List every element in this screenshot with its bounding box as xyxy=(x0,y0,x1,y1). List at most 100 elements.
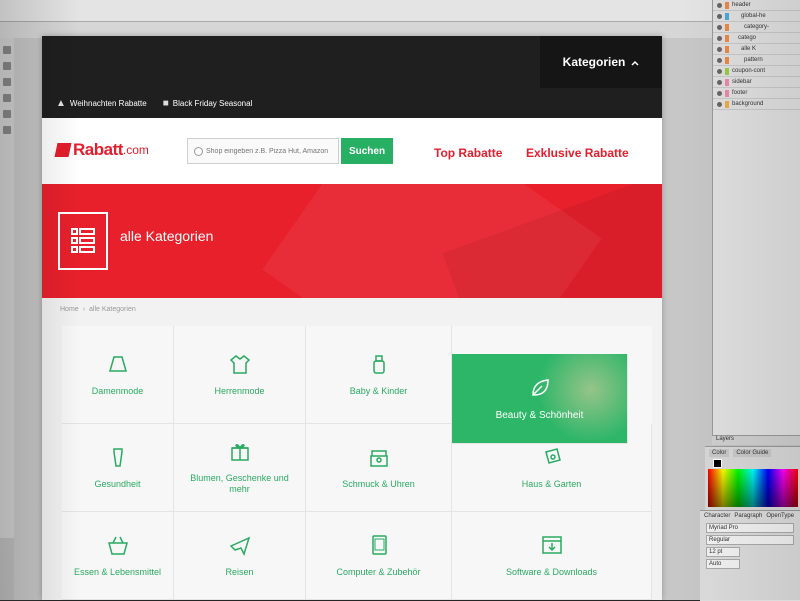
layer-color-swatch xyxy=(725,67,729,75)
lasso-tool-icon[interactable] xyxy=(3,78,11,86)
gift-icon xyxy=(229,440,251,467)
category-tile[interactable]: Schmuck & Uhren xyxy=(306,424,452,512)
eye-icon[interactable] xyxy=(717,101,722,107)
promo-link-black-friday[interactable]: ■ Black Friday Seasonal xyxy=(163,98,253,109)
layer-row[interactable]: category- xyxy=(713,22,800,33)
layer-color-swatch xyxy=(725,78,729,86)
promo-link-label: Black Friday Seasonal xyxy=(172,99,253,108)
search-button[interactable]: Suchen xyxy=(341,138,393,164)
brush-tool-icon[interactable] xyxy=(3,110,11,118)
layer-color-swatch xyxy=(725,12,729,20)
tab-color[interactable]: Color xyxy=(709,449,730,457)
font-size-field[interactable]: 12 pt xyxy=(706,547,740,557)
layer-row[interactable]: coupon-cont xyxy=(713,66,800,77)
tab-color-guide[interactable]: Color Guide xyxy=(733,449,772,457)
crop-tool-icon[interactable] xyxy=(3,94,11,102)
color-spectrum[interactable] xyxy=(708,469,798,507)
layer-color-swatch xyxy=(725,100,729,108)
category-tile[interactable]: Reisen xyxy=(174,512,306,600)
layer-name: catego xyxy=(738,35,757,41)
seed-packet-icon xyxy=(541,446,563,473)
layer-row[interactable]: background xyxy=(713,99,800,110)
layer-name: category- xyxy=(744,24,770,30)
ring-box-icon xyxy=(368,446,390,473)
layer-color-swatch xyxy=(725,45,729,53)
nav-top-rabatte[interactable]: Top Rabatte xyxy=(434,146,502,160)
layer-row[interactable]: catego xyxy=(713,33,800,44)
category-label: Schmuck & Uhren xyxy=(342,478,415,489)
promo-link-weihnachten[interactable]: ▲ Weihnachten Rabatte xyxy=(56,98,147,109)
category-label: Computer & Zubehör xyxy=(336,566,421,577)
category-tile[interactable]: Haus & Garten xyxy=(452,424,652,512)
type-tool-icon[interactable] xyxy=(3,126,11,134)
category-tile[interactable]: Herrenmode xyxy=(174,326,306,424)
eye-icon[interactable] xyxy=(717,35,722,41)
category-label: Baby & Kinder xyxy=(349,385,408,396)
category-label: Software & Downloads xyxy=(505,566,598,577)
site-header: Rabatt .com Suchen Top Rabatte Exklusive… xyxy=(42,118,662,184)
category-tile[interactable]: Damenmode xyxy=(62,326,174,424)
site-logo[interactable]: Rabatt .com xyxy=(54,140,149,160)
eye-icon[interactable] xyxy=(717,90,722,96)
tab-character[interactable]: Character xyxy=(704,513,730,519)
category-tile[interactable]: Baby & Kinder xyxy=(306,326,452,424)
font-family-select[interactable]: Myriad Pro xyxy=(706,523,794,533)
category-label: Beauty & Schönheit xyxy=(495,409,584,421)
basket-icon xyxy=(107,534,129,561)
search-input[interactable] xyxy=(206,147,336,155)
category-tile[interactable]: Gesundheit xyxy=(62,424,174,512)
category-tile[interactable]: Computer & Zubehör xyxy=(306,512,452,600)
leading-field[interactable]: Auto xyxy=(706,559,740,569)
category-tile[interactable]: Software & Downloads xyxy=(452,512,652,600)
category-label: Damenmode xyxy=(91,385,144,396)
tab-paragraph[interactable]: Paragraph xyxy=(734,513,762,519)
layer-color-swatch xyxy=(725,23,729,31)
eye-icon[interactable] xyxy=(717,46,722,52)
logo-tld: .com xyxy=(122,143,149,157)
logo-mark-icon xyxy=(54,143,72,157)
layer-color-swatch xyxy=(725,56,729,64)
tool-panel xyxy=(0,38,15,538)
layer-row[interactable]: sidebar xyxy=(713,77,800,88)
font-style-select[interactable]: Regular xyxy=(706,535,794,545)
category-tile[interactable]: Blumen, Geschenke und mehr xyxy=(174,424,306,512)
app-menubar xyxy=(0,0,720,22)
layer-name: footer xyxy=(732,90,748,96)
layer-name: background xyxy=(732,101,764,107)
shirt-icon xyxy=(229,353,251,380)
layer-row[interactable]: footer xyxy=(713,88,800,99)
skirt-icon xyxy=(107,353,129,380)
color-panel: Color Color Guide xyxy=(705,446,800,511)
category-tile[interactable]: Essen & Lebensmittel xyxy=(62,512,174,600)
layer-row[interactable]: header xyxy=(713,0,800,11)
marquee-tool-icon[interactable] xyxy=(3,62,11,70)
breadcrumb-current: alle Kategorien xyxy=(89,306,136,313)
list-icon xyxy=(58,212,108,270)
breadcrumb-home[interactable]: Home xyxy=(60,306,79,313)
category-label: Reisen xyxy=(225,566,254,577)
foreground-color-swatch[interactable] xyxy=(713,459,722,468)
eye-icon[interactable] xyxy=(717,13,722,19)
move-tool-icon[interactable] xyxy=(3,46,11,54)
layer-row[interactable]: alle K xyxy=(713,44,800,55)
layer-row[interactable]: pattern xyxy=(713,55,800,66)
category-label: Gesundheit xyxy=(94,478,141,489)
chevron-up-icon xyxy=(631,55,639,69)
tab-opentype[interactable]: OpenType xyxy=(766,513,794,519)
kategorien-label: Kategorien xyxy=(562,55,626,69)
category-label: Haus & Garten xyxy=(521,478,582,489)
layers-panel-tab[interactable]: Layers xyxy=(712,435,800,445)
nav-exklusive-rabatte[interactable]: Exklusive Rabatte xyxy=(526,146,629,160)
eye-icon[interactable] xyxy=(717,68,722,74)
layer-row[interactable]: global-he xyxy=(713,11,800,22)
eye-icon[interactable] xyxy=(717,79,722,85)
kategorien-dropdown-button[interactable]: Kategorien xyxy=(540,36,662,88)
eye-icon[interactable] xyxy=(717,24,722,30)
layers-tab-label: Layers xyxy=(716,436,735,442)
eye-icon[interactable] xyxy=(717,57,722,63)
category-label: Herrenmode xyxy=(214,385,265,396)
breadcrumb: Home › alle Kategorien xyxy=(60,306,136,313)
eye-icon[interactable] xyxy=(717,2,722,8)
tree-icon: ▲ xyxy=(56,98,66,109)
layer-color-swatch xyxy=(725,89,729,97)
